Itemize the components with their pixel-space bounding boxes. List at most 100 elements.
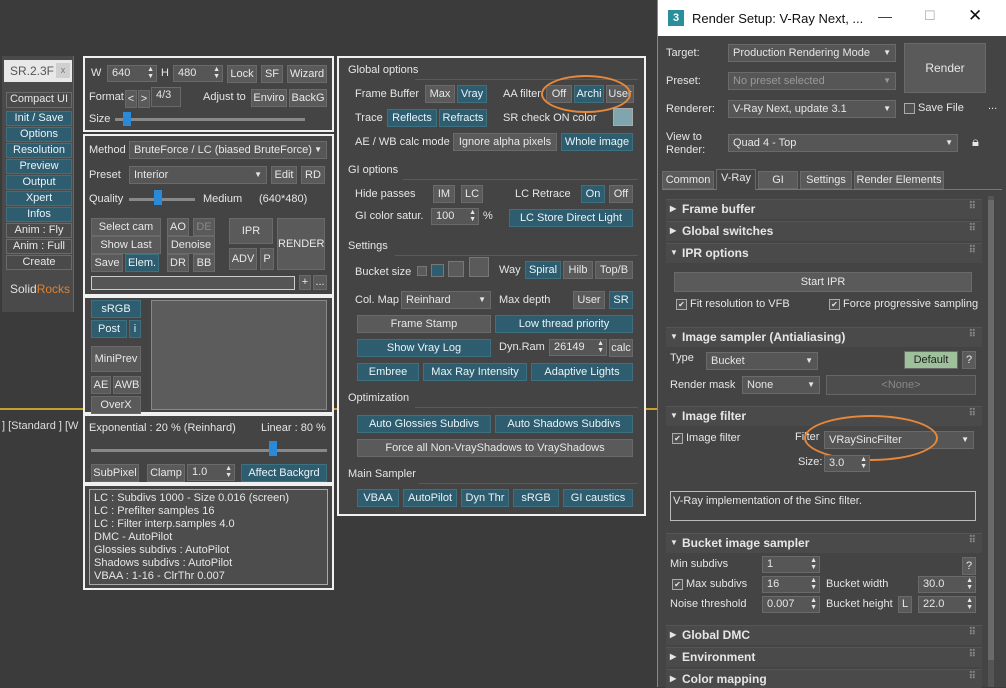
rollout-color-mapping[interactable]: ▶ Color mapping ⠿ — [666, 669, 982, 688]
embree-button[interactable]: Embree — [357, 363, 419, 381]
bucket-height-input[interactable]: 22.0 ▲ ▼ — [918, 596, 976, 613]
whole-image-button[interactable]: Whole image — [561, 133, 633, 151]
add-button[interactable]: + — [299, 275, 311, 290]
help-button[interactable]: ? — [962, 351, 976, 369]
elem-button[interactable]: Elem. — [125, 254, 159, 272]
autopilot-button[interactable]: AutoPilot — [403, 489, 457, 507]
rollout-image-sampler[interactable]: ▼ Image sampler (Antialiasing) ⠿ — [666, 327, 982, 347]
drag-handle-icon[interactable]: ⠿ — [969, 326, 976, 344]
vbaa-button[interactable]: VBAA — [357, 489, 399, 507]
more-options-button[interactable]: ... — [988, 100, 997, 112]
auto-shadows-button[interactable]: Auto Shadows Subdivs — [495, 415, 633, 433]
spinner-icon[interactable]: ▲ ▼ — [966, 577, 973, 591]
render-mask-select[interactable]: None ▼ — [742, 376, 820, 394]
lc-button[interactable]: LC — [461, 185, 483, 203]
topb-button[interactable]: Top/B — [595, 261, 633, 279]
path-input[interactable] — [91, 276, 295, 290]
rollout-ipr-options[interactable]: ▼ IPR options ⠿ — [666, 243, 982, 263]
resolution-button[interactable]: Resolution — [6, 143, 72, 158]
max-depth-sr-button[interactable]: SR — [609, 291, 633, 309]
method-select[interactable]: BruteForce / LC (biased BruteForce) ▼ — [129, 141, 327, 159]
sf-button[interactable]: SF — [261, 65, 283, 83]
tab-settings[interactable]: Settings — [800, 171, 852, 189]
auto-glossies-button[interactable]: Auto Glossies Subdivs — [357, 415, 491, 433]
backg-button[interactable]: BackG — [289, 89, 327, 107]
compact-ui-button[interactable]: Compact UI — [6, 92, 72, 108]
max-depth-user-button[interactable]: User — [573, 291, 605, 309]
min-subdivs-input[interactable]: 1 ▲ ▼ — [762, 556, 820, 573]
scrollbar-thumb[interactable] — [988, 200, 994, 660]
spinner-icon[interactable]: ▲ ▼ — [810, 597, 817, 611]
type-select[interactable]: Bucket ▼ — [706, 352, 818, 370]
de-button[interactable]: DE — [193, 218, 215, 236]
enviro-button[interactable]: Enviro — [251, 89, 287, 107]
spinner-icon[interactable]: ▲ ▼ — [810, 557, 817, 571]
gi-color-input[interactable]: 100 ▲ ▼ — [431, 208, 479, 225]
force-shadows-button[interactable]: Force all Non-VrayShadows to VrayShadows — [357, 439, 633, 457]
width-input[interactable]: 640 ▲ ▼ — [107, 65, 157, 82]
spinner-icon[interactable]: ▲ ▼ — [597, 340, 604, 354]
lc-store-button[interactable]: LC Store Direct Light — [509, 209, 633, 227]
ipr-button[interactable]: IPR — [229, 218, 273, 244]
tab-gi[interactable]: GI — [758, 171, 798, 189]
rollout-bucket-sampler[interactable]: ▼ Bucket image sampler ⠿ — [666, 533, 982, 553]
drag-handle-icon[interactable]: ⠿ — [969, 405, 976, 423]
refracts-button[interactable]: Refracts — [439, 109, 487, 127]
anim-full-button[interactable]: Anim : Full — [6, 239, 72, 254]
version-close-button[interactable]: x — [56, 63, 70, 78]
calc-button[interactable]: calc — [609, 339, 633, 357]
render-button[interactable]: RENDER — [277, 218, 325, 270]
spinner-icon[interactable]: ▲ ▼ — [860, 456, 867, 470]
size-slider-thumb[interactable] — [123, 112, 131, 126]
dynram-input[interactable]: 26149 ▲ ▼ — [549, 339, 607, 356]
spinner-icon[interactable]: ▲ ▼ — [469, 209, 476, 223]
drag-handle-icon[interactable]: ⠿ — [969, 532, 976, 550]
frame-stamp-button[interactable]: Frame Stamp — [357, 315, 491, 333]
fit-vfb-checkbox[interactable]: ✔ Fit resolution to VFB — [676, 298, 790, 310]
close-icon[interactable]: ✕ — [968, 6, 982, 26]
quality-slider-thumb[interactable] — [154, 190, 162, 205]
adaptive-lights-button[interactable]: Adaptive Lights — [531, 363, 633, 381]
reflects-button[interactable]: Reflects — [387, 109, 437, 127]
drag-handle-icon[interactable]: ⠿ — [969, 646, 976, 664]
rollout-global-dmc[interactable]: ▶ Global DMC ⠿ — [666, 625, 982, 645]
xpert-button[interactable]: Xpert — [6, 191, 72, 206]
gi-caustics-button[interactable]: GI caustics — [563, 489, 633, 507]
filter-size-input[interactable]: 3.0 ▲ ▼ — [824, 455, 870, 472]
denoise-button[interactable]: Denoise — [167, 236, 215, 254]
output-button[interactable]: Output — [6, 175, 72, 190]
spinner-icon[interactable]: ▲ ▼ — [810, 577, 817, 591]
preset-select[interactable]: Interior ▼ — [129, 166, 267, 184]
clamp-button[interactable]: Clamp — [147, 464, 185, 482]
lc-retrace-on-button[interactable]: On — [581, 185, 605, 203]
overx-button[interactable]: OverX — [91, 396, 141, 414]
preview-button[interactable]: Preview — [6, 159, 72, 174]
checkmark-icon[interactable]: ✔ — [676, 298, 687, 310]
maximize-button[interactable]: ☐ — [924, 8, 936, 24]
srgb-button[interactable]: sRGB — [91, 300, 141, 318]
drag-handle-icon[interactable]: ⠿ — [969, 242, 976, 260]
rollout-frame-buffer[interactable]: ▶ Frame buffer ⠿ — [666, 199, 982, 219]
drag-handle-icon[interactable]: ⠿ — [969, 624, 976, 642]
drag-handle-icon[interactable]: ⠿ — [969, 198, 976, 216]
show-last-button[interactable]: Show Last — [91, 236, 161, 254]
render-mask-none-field[interactable]: <None> — [826, 375, 976, 395]
save-button[interactable]: Save — [91, 254, 123, 272]
more-button[interactable]: ... — [313, 275, 327, 290]
drag-handle-icon[interactable]: ⠿ — [969, 220, 976, 238]
infos-button[interactable]: Infos — [6, 207, 72, 222]
tab-render-elements[interactable]: Render Elements — [854, 171, 944, 189]
viewport-label[interactable]: ] [Standard ] [W — [2, 420, 78, 432]
start-ipr-button[interactable]: Start IPR — [674, 272, 972, 292]
select-cam-button[interactable]: Select cam — [91, 218, 161, 236]
bucket-lock-button[interactable]: L — [898, 596, 912, 613]
exposure-slider-track[interactable] — [91, 449, 327, 452]
format-next-button[interactable]: > — [138, 90, 150, 108]
miniprev-button[interactable]: MiniPrev — [91, 346, 141, 372]
ae-button[interactable]: AE — [91, 376, 111, 394]
rollout-environment[interactable]: ▶ Environment ⠿ — [666, 647, 982, 667]
awb-button[interactable]: AWB — [113, 376, 141, 394]
bucket-width-input[interactable]: 30.0 ▲ ▼ — [918, 576, 976, 593]
wizard-button[interactable]: Wizard — [287, 65, 327, 83]
ratio-input[interactable]: 4/3 — [151, 87, 181, 107]
